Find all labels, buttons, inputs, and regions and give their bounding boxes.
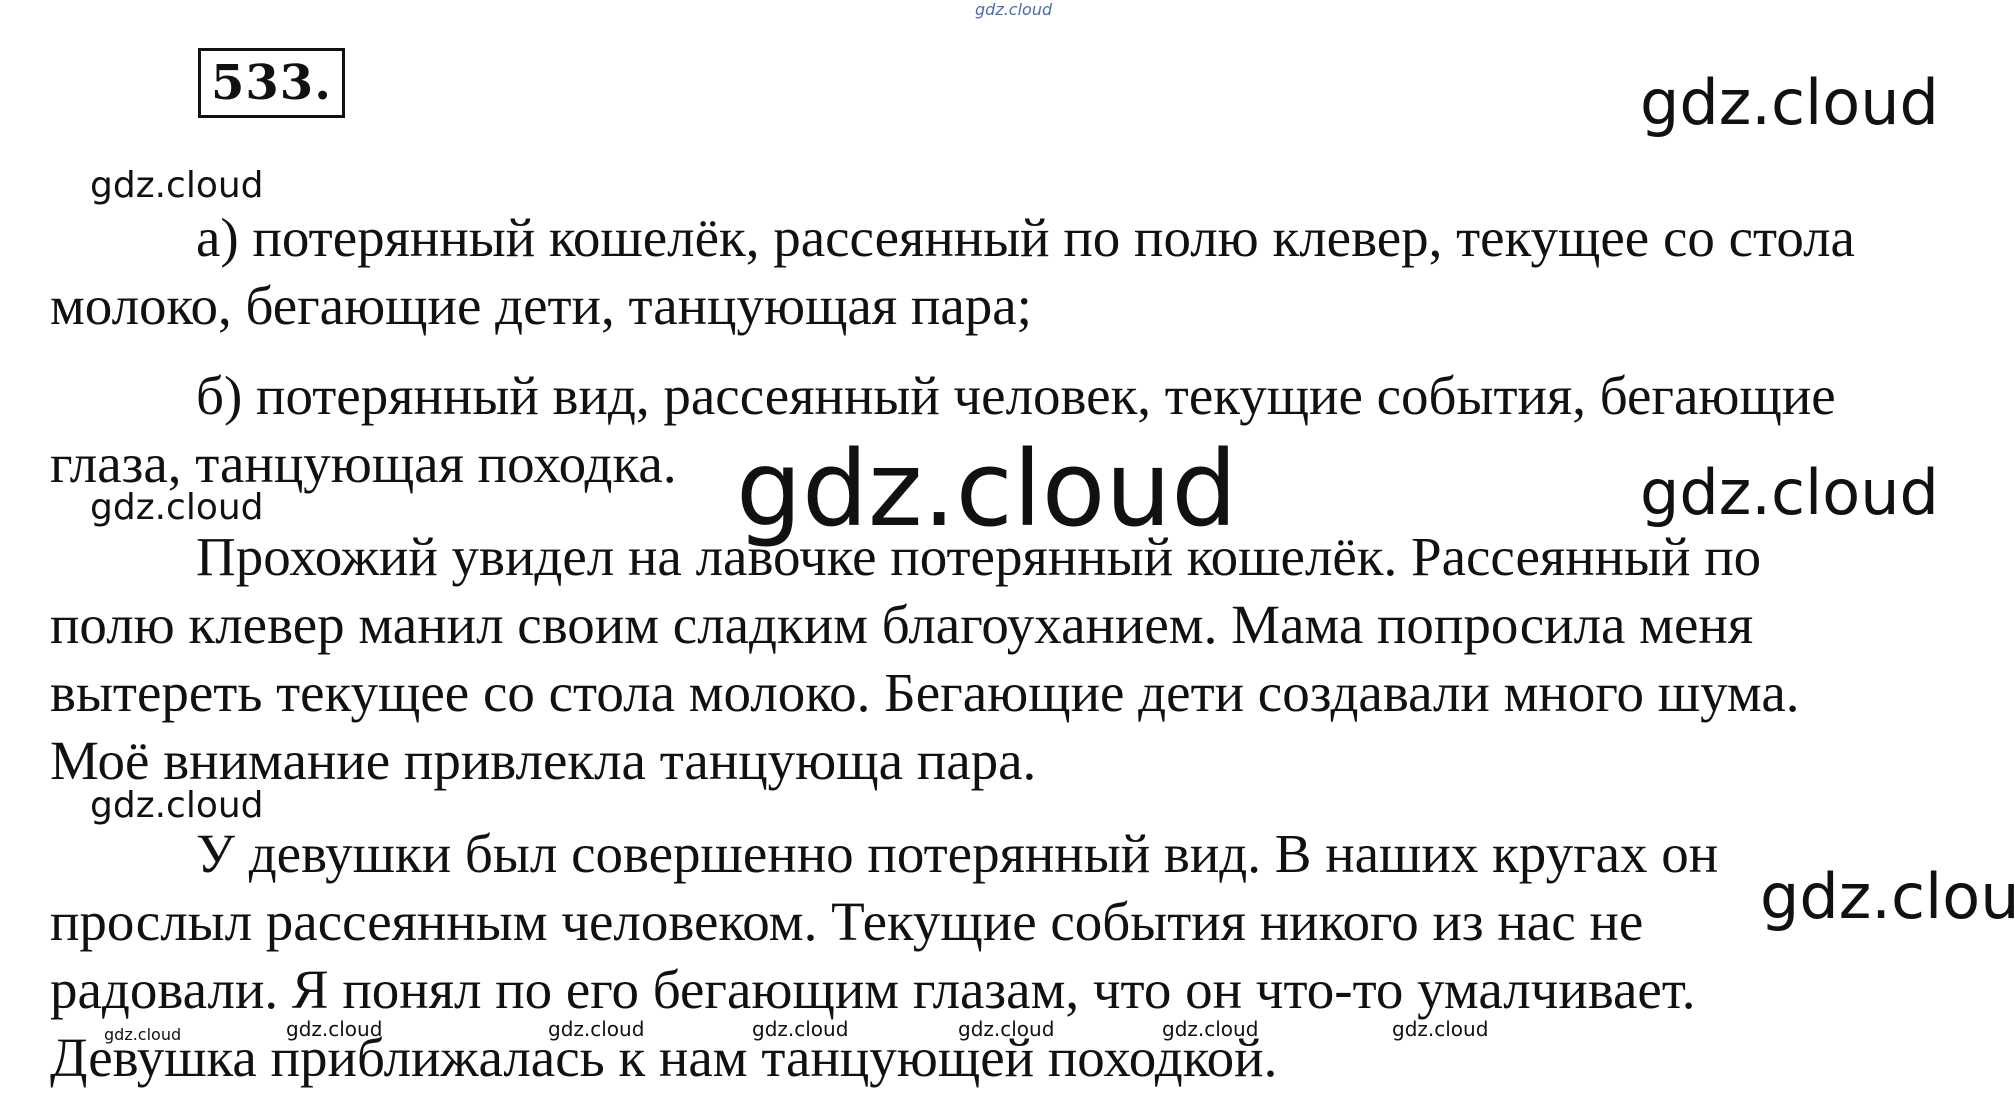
watermark-bottom-7: gdz.cloud — [1392, 1017, 1489, 1041]
text-line-7: вытереть текущее со стола молоко. Бегающ… — [50, 662, 1800, 723]
document-page: gdz.cloud 533. gdz.cloud gdz.cloud а) по… — [0, 0, 2015, 1094]
text-line-3: б) потерянный вид, рассеянный человек, т… — [196, 365, 1836, 426]
text-line-9: У девушки был совершенно потерянный вид.… — [196, 823, 1719, 884]
watermark-top: gdz.cloud — [975, 0, 1053, 19]
watermark-bottom-4: gdz.cloud — [752, 1017, 849, 1041]
watermark-bottom-3: gdz.cloud — [548, 1017, 645, 1041]
watermark-left-2: gdz.cloud — [90, 487, 264, 528]
text-line-2: молоко, бегающие дети, танцующая пара; — [50, 275, 1032, 336]
text-line-11: радовали. Я понял по его бегающим глазам… — [50, 959, 1696, 1020]
text-line-10: прослыл рассеянным человеком. Текущие со… — [50, 891, 1644, 952]
watermark-right-middle: gdz.cloud — [1640, 456, 1939, 529]
watermark-left-1: gdz.cloud — [90, 165, 264, 206]
text-line-1: а) потерянный кошелёк, рассеянный по пол… — [196, 207, 1855, 268]
watermark-bottom-2: gdz.cloud — [286, 1017, 383, 1041]
watermark-bottom-1: gdz.cloud — [104, 1025, 182, 1044]
watermark-bottom-5: gdz.cloud — [958, 1017, 1055, 1041]
task-number: 533. — [198, 48, 345, 118]
watermark-bottom-6: gdz.cloud — [1162, 1017, 1259, 1041]
watermark-right-bottom: gdz.cloud — [1760, 860, 2015, 933]
watermark-center-large: gdz.cloud — [736, 428, 1238, 550]
text-line-12: Девушка приближалась к нам танцующей пох… — [50, 1027, 1278, 1088]
watermark-top-right: gdz.cloud — [1640, 66, 1939, 139]
watermark-left-3: gdz.cloud — [90, 785, 264, 826]
text-line-6: полю клевер манил своим сладким благоуха… — [50, 594, 1754, 655]
text-line-8: Моё внимание привлекла танцующа пара. — [50, 730, 1037, 791]
